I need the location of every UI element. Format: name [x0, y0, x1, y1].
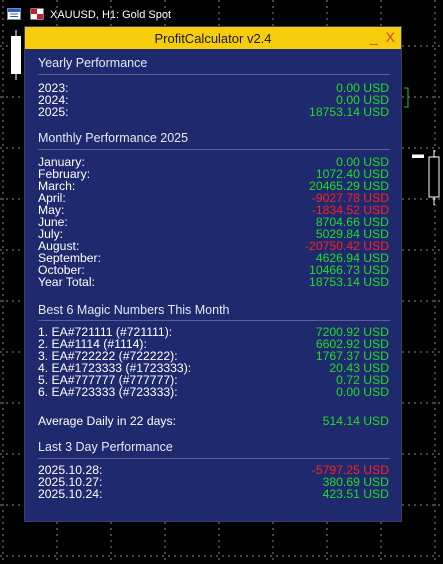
magic-number-row-label: 6. EA#723333 (#723333):: [38, 385, 178, 399]
average-daily-label: Average Daily in 22 days:: [38, 414, 176, 428]
magic-rows: 1. EA#721111 (#721111): 7200.92 USD 2. EA#…: [38, 326, 389, 398]
monthly-row-value: 18753.14 USD: [309, 275, 389, 289]
panel-header[interactable]: ProfitCalculator v2.4 _ X: [25, 27, 401, 49]
yearly-row: 2025: 18753.14 USD: [38, 106, 389, 118]
divider: [38, 320, 390, 321]
magic-number-row-value: 0.00 USD: [336, 385, 389, 399]
last3-rows: 2025.10.28: -5797.25 USD 2025.10.27: 380.69…: [38, 464, 389, 500]
profit-calculator-panel: ProfitCalculator v2.4 _ X Yearly Perform…: [24, 26, 402, 522]
last3-row-value: 423.51 USD: [322, 487, 389, 501]
chart-window-title: XAUUSD, H1: Gold Spot: [50, 9, 172, 21]
yearly-row-value: 18753.14 USD: [309, 105, 389, 119]
average-daily-row: Average Daily in 22 days: 514.14 USD: [38, 414, 389, 428]
magic-section-title: Best 6 Magic Numbers This Month: [38, 303, 230, 317]
minimize-button[interactable]: _: [370, 29, 380, 45]
chart-window-titlebar: XAUUSD, H1: Gold Spot: [0, 5, 171, 25]
divider: [38, 74, 390, 75]
chart-window-icon[interactable]: [7, 7, 21, 23]
monthly-row: Year Total: 18753.14 USD: [38, 276, 389, 288]
close-button[interactable]: X: [386, 29, 397, 45]
yearly-rows: 2023: 0.00 USD 2024: 0.00 USD 2025: 18753.14 …: [38, 82, 389, 118]
symbol-flag-icon: [30, 8, 44, 23]
last3-row: 2025.10.24: 423.51 USD: [38, 488, 389, 500]
monthly-rows: January: 0.00 USD February: 1072.40 USD Marc…: [38, 156, 389, 288]
yearly-row-label: 2025:: [38, 105, 69, 119]
panel-title: ProfitCalculator v2.4: [154, 30, 272, 46]
last3-row-label: 2025.10.24:: [38, 487, 103, 501]
divider: [38, 458, 390, 459]
monthly-section-title: Monthly Performance 2025: [38, 131, 189, 145]
last3-section-title: Last 3 Day Performance: [38, 440, 173, 454]
magic-number-row: 6. EA#723333 (#723333): 0.00 USD: [38, 386, 389, 398]
yearly-section-title: Yearly Performance: [38, 56, 148, 70]
monthly-row-label: Year Total:: [38, 275, 95, 289]
divider: [38, 149, 390, 150]
average-daily-value: 514.14 USD: [322, 414, 389, 428]
